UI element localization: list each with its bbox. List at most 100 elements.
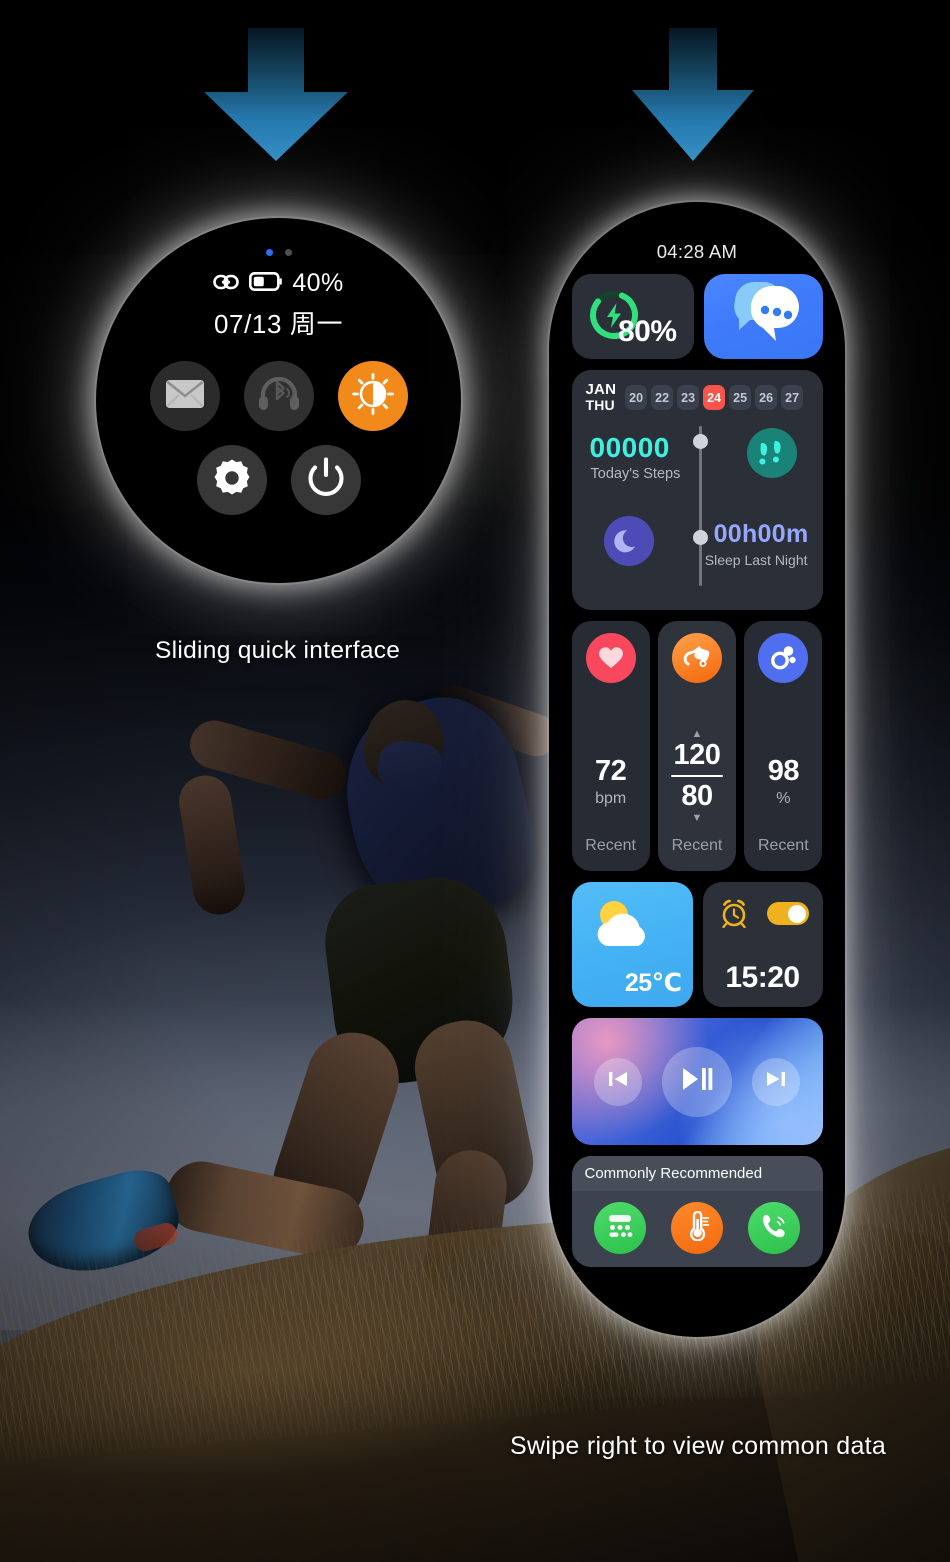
heart-rate-unit: bpm bbox=[595, 790, 627, 807]
bp-divider bbox=[670, 775, 723, 777]
message-widget[interactable] bbox=[703, 274, 823, 359]
quick-tile-bluetooth-audio[interactable] bbox=[243, 361, 314, 431]
settings-gear-icon bbox=[211, 457, 253, 504]
heart-rate-footer: Recent bbox=[585, 837, 636, 854]
round-watch-device: 40% 07/13 周一 bbox=[96, 218, 461, 583]
alarm-toggle-knob bbox=[788, 904, 806, 923]
recommended-widget: Commonly Recommended bbox=[571, 1156, 823, 1267]
footsteps-icon bbox=[746, 428, 797, 478]
calendar-month-weekday: JAN THU bbox=[585, 381, 617, 413]
skip-previous-button[interactable] bbox=[594, 1057, 642, 1106]
arrow-down-right bbox=[629, 28, 757, 163]
thermometer-icon bbox=[683, 1210, 711, 1246]
pill-watch-screen[interactable]: 04:28 AM 80% JAN THU 20 22 23 24 25 26 2… bbox=[556, 209, 838, 1330]
message-bubble-icon bbox=[725, 279, 801, 354]
music-player-widget[interactable] bbox=[571, 1018, 823, 1145]
calendar-day[interactable]: 22 bbox=[651, 385, 674, 410]
caption-swipe-right: Swipe right to view common data bbox=[510, 1432, 887, 1460]
calendar-day[interactable]: 27 bbox=[781, 385, 804, 410]
battery-widget[interactable]: 80% bbox=[571, 274, 694, 359]
calendar-day[interactable]: 23 bbox=[677, 385, 700, 410]
calendar-month-label: JAN bbox=[585, 381, 617, 398]
recommended-app-list bbox=[572, 1191, 823, 1267]
blood-pressure-footer: Recent bbox=[671, 837, 723, 854]
caption-sliding-quick-interface: Sliding quick interface bbox=[155, 637, 401, 664]
play-pause-icon bbox=[681, 1066, 713, 1097]
app-calculator-button[interactable] bbox=[594, 1202, 646, 1254]
calendar-day[interactable]: 26 bbox=[755, 385, 778, 410]
caret-down-icon: ▼ bbox=[691, 812, 703, 824]
play-pause-button[interactable] bbox=[662, 1046, 732, 1117]
spo2-footer: Recent bbox=[757, 837, 809, 854]
steps-value: 00000 bbox=[589, 432, 670, 463]
blood-pressure-widget[interactable]: ▲ 120 80 ▼ Recent bbox=[657, 621, 737, 871]
skip-next-icon bbox=[765, 1069, 787, 1094]
status-bar: 40% bbox=[213, 269, 343, 298]
heart-rate-value: 72 bbox=[595, 755, 627, 787]
caret-up-icon: ▲ bbox=[691, 728, 703, 740]
heart-rate-widget[interactable]: 72 bpm Recent bbox=[571, 621, 650, 871]
battery-icon bbox=[249, 269, 283, 298]
calendar-day[interactable]: 25 bbox=[729, 385, 752, 410]
page-dot-inactive bbox=[284, 249, 292, 256]
blood-pressure-readout: ▲ 120 80 ▼ bbox=[670, 728, 723, 824]
skip-next-button[interactable] bbox=[752, 1057, 800, 1106]
quick-tile-settings[interactable] bbox=[196, 445, 267, 515]
alarm-time: 15:20 bbox=[725, 961, 800, 994]
quick-tile-power[interactable] bbox=[290, 445, 361, 515]
alarm-toggle[interactable] bbox=[766, 902, 809, 925]
phone-icon bbox=[760, 1212, 788, 1245]
sleep-label: Sleep Last Night bbox=[704, 552, 808, 568]
steps-label: Today's Steps bbox=[590, 466, 681, 482]
heart-icon bbox=[585, 633, 636, 683]
power-icon bbox=[306, 456, 346, 504]
arrow-down-left bbox=[200, 28, 352, 163]
vitals-row: 72 bpm Recent ▲ 120 80 ▼ Recent 98 % Rec… bbox=[571, 621, 823, 871]
pill-watch-device: 04:28 AM 80% JAN THU 20 22 23 24 25 26 2… bbox=[549, 202, 845, 1337]
calendar-activity-widget[interactable]: JAN THU 20 22 23 24 25 26 27 00000 Today… bbox=[571, 370, 823, 610]
activity-timeline-knob-sleep[interactable] bbox=[692, 530, 708, 545]
activity-timeline-track bbox=[698, 426, 702, 586]
moon-zzz-icon: z z bbox=[603, 516, 654, 566]
round-watch-screen[interactable]: 40% 07/13 周一 bbox=[103, 225, 454, 576]
activity-timeline-knob-steps[interactable] bbox=[692, 434, 708, 449]
spo2-icon bbox=[758, 633, 809, 683]
calendar-day-strip: 20 22 23 24 25 26 27 bbox=[625, 385, 804, 410]
quick-tiles-row-2 bbox=[196, 445, 361, 515]
spo2-value: 98 bbox=[767, 755, 800, 787]
watch-time-label: 04:28 AM bbox=[656, 241, 738, 262]
mail-icon bbox=[165, 379, 205, 414]
page-dot-active bbox=[265, 249, 273, 256]
app-phone-button[interactable] bbox=[748, 1202, 800, 1254]
calendar-day[interactable]: 20 bbox=[625, 385, 648, 410]
alarm-widget[interactable]: 15:20 bbox=[702, 882, 823, 1007]
sleep-value: 00h00m bbox=[713, 520, 809, 548]
calculator-icon bbox=[606, 1212, 634, 1244]
calendar-day-selected[interactable]: 24 bbox=[703, 385, 726, 410]
weather-temperature: 25℃ bbox=[624, 969, 682, 997]
alarm-clock-icon bbox=[719, 898, 749, 933]
systolic-value: 120 bbox=[673, 739, 721, 771]
calendar-weekday-label: THU bbox=[585, 396, 615, 413]
skip-previous-icon bbox=[607, 1069, 629, 1094]
bluetooth-headphones-icon bbox=[257, 376, 301, 416]
battery-percent-value: 80% bbox=[617, 315, 677, 348]
recommended-title: Commonly Recommended bbox=[571, 1156, 823, 1191]
app-thermometer-button[interactable] bbox=[671, 1202, 723, 1254]
quick-tile-mail[interactable] bbox=[149, 361, 220, 431]
quick-tile-brightness[interactable] bbox=[337, 361, 408, 431]
brightness-icon bbox=[351, 372, 394, 420]
date-label: 07/13 周一 bbox=[213, 309, 344, 339]
calendar-header: JAN THU 20 22 23 24 25 26 27 bbox=[585, 381, 811, 413]
weather-widget[interactable]: 25℃ bbox=[571, 882, 693, 1007]
svg-text:z: z bbox=[627, 538, 631, 548]
spo2-widget[interactable]: 98 % Recent bbox=[744, 621, 823, 871]
blood-pressure-icon bbox=[671, 633, 722, 683]
activity-body: 00000 Today's Steps z z 00h00m Sleep Las… bbox=[586, 412, 811, 590]
widget-row-battery-message: 80% bbox=[571, 274, 823, 359]
battery-percent-label: 40% bbox=[292, 269, 344, 297]
diastolic-value: 80 bbox=[681, 780, 713, 812]
spo2-unit: % bbox=[776, 790, 791, 807]
sun-cloud-icon bbox=[585, 896, 663, 963]
link-icon bbox=[213, 269, 240, 298]
